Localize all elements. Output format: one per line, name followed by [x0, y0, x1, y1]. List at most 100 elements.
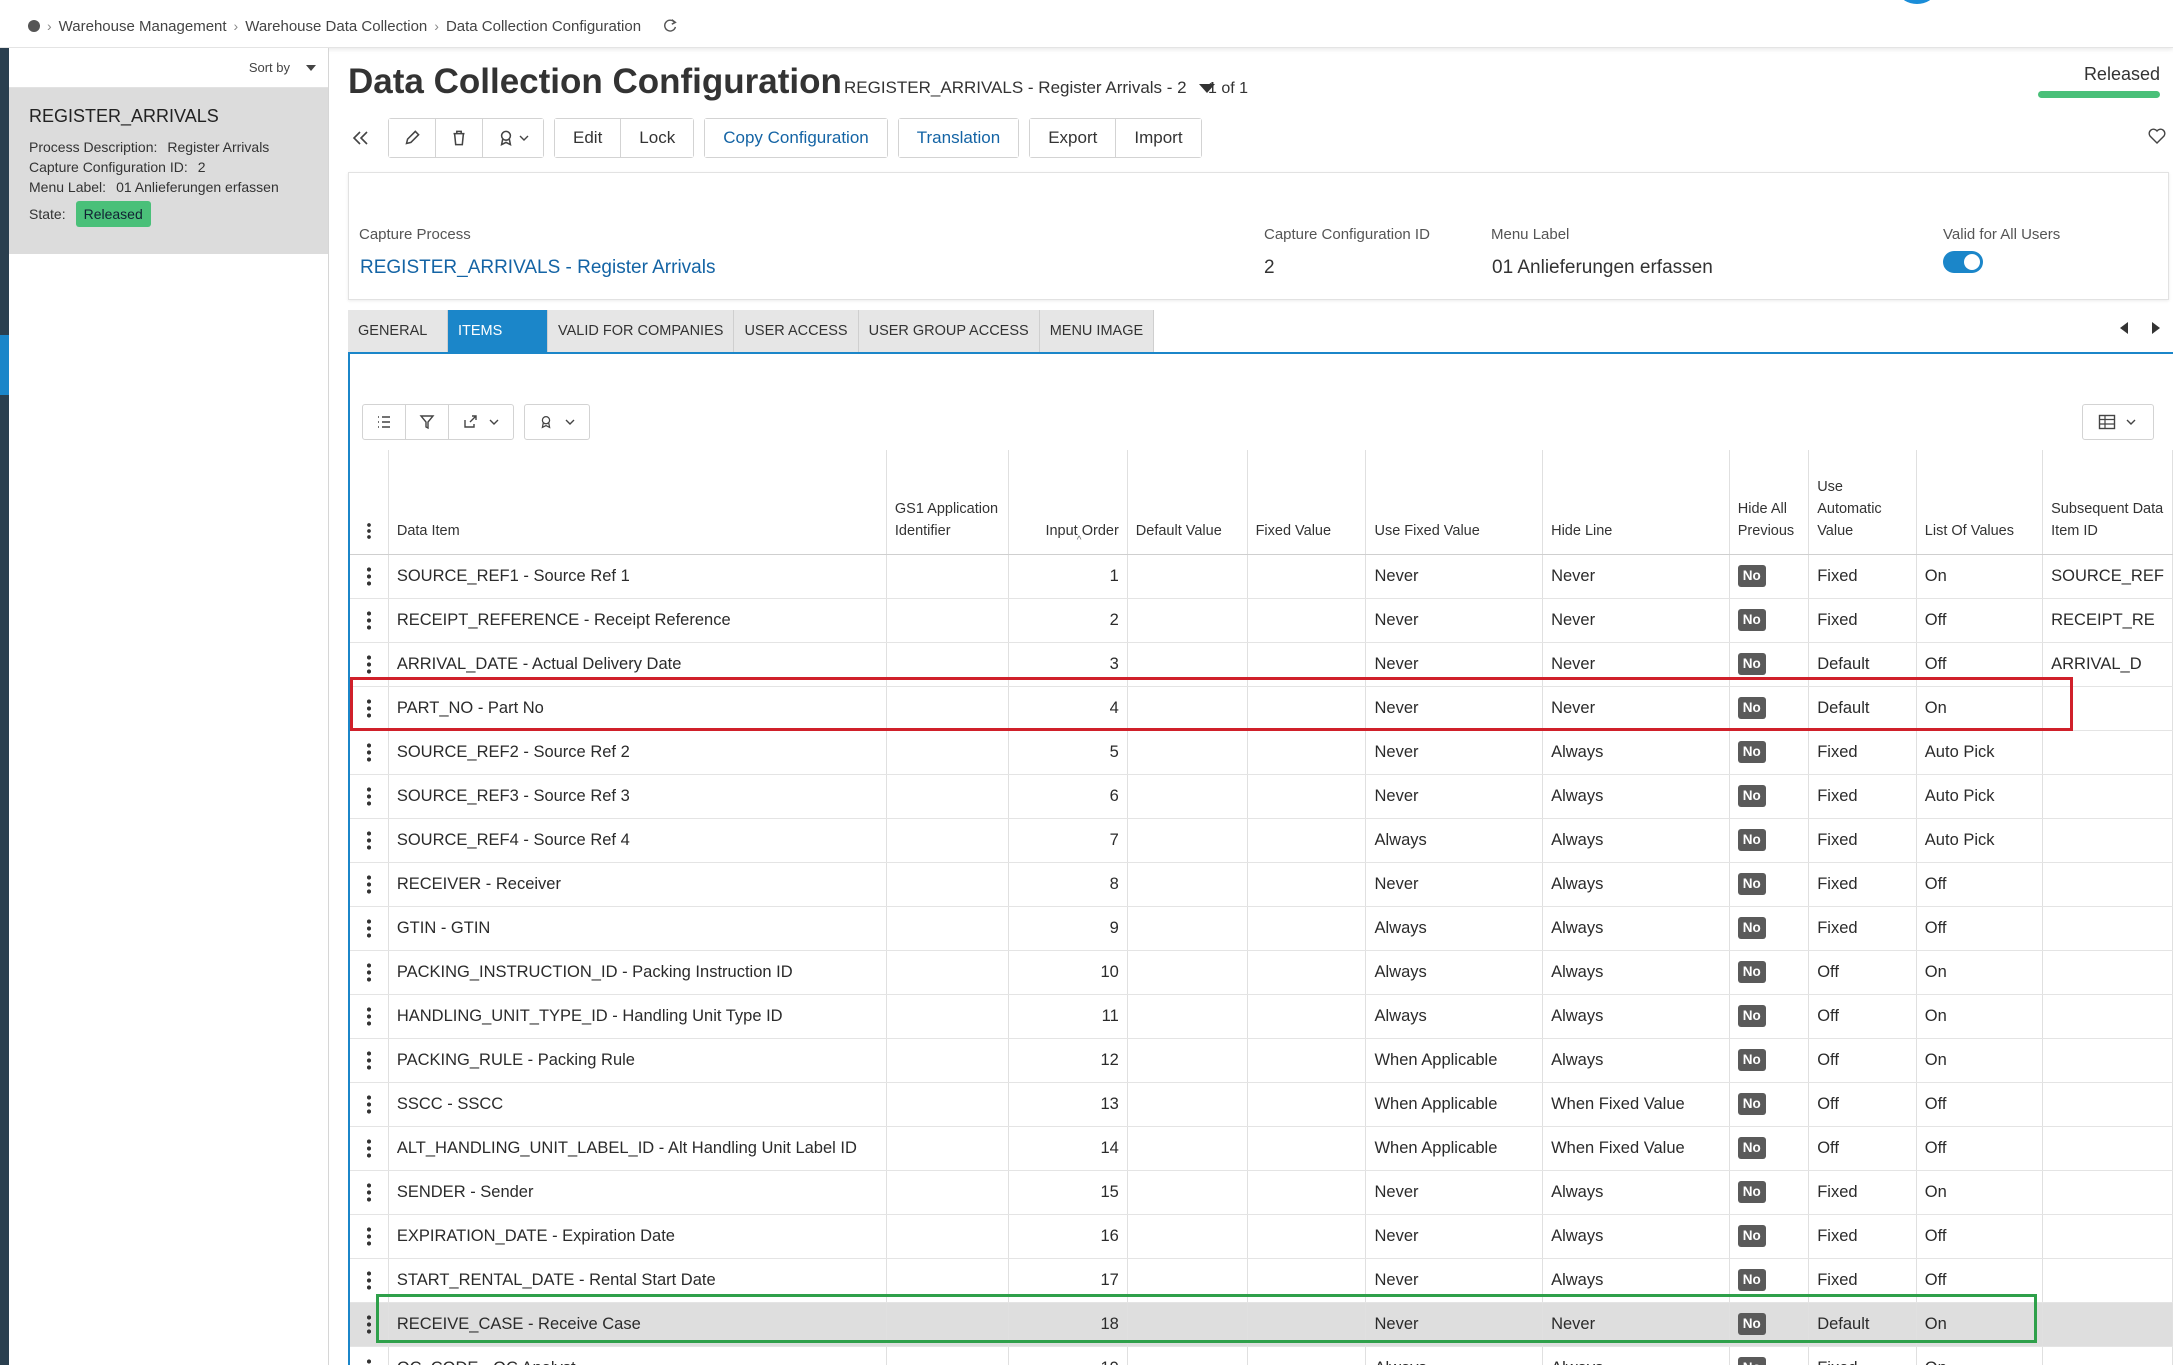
- cell-input-order[interactable]: 18: [1008, 1302, 1128, 1347]
- double-chevron-left-icon[interactable]: [348, 128, 378, 148]
- cell-fixed-value[interactable]: [1247, 642, 1367, 687]
- heart-icon[interactable]: [2147, 126, 2167, 146]
- refresh-icon[interactable]: [661, 17, 679, 35]
- cell-fixed-value[interactable]: [1247, 906, 1367, 951]
- cell-hide-all-previous[interactable]: No: [1729, 862, 1810, 907]
- table-row[interactable]: RECEIVER - Receiver 8 Never Always No Fixed Of…: [350, 862, 2173, 907]
- home-icon[interactable]: [28, 20, 40, 32]
- cell-use-fixed-value[interactable]: Always: [1365, 994, 1544, 1039]
- cell-use-fixed-value[interactable]: Never: [1365, 1214, 1544, 1259]
- cell-input-order[interactable]: 7: [1008, 818, 1128, 863]
- valid-all-users-toggle[interactable]: [1943, 251, 1983, 273]
- table-row[interactable]: HANDLING_UNIT_TYPE_ID - Handling Unit Ty…: [350, 994, 2173, 1039]
- cell-gs1[interactable]: [886, 1038, 1009, 1083]
- cell-fixed-value[interactable]: [1247, 950, 1367, 995]
- column-header-input-order[interactable]: Input Order ^: [1008, 450, 1128, 555]
- edit-button[interactable]: Edit: [555, 119, 622, 157]
- cell-gs1[interactable]: [886, 1214, 1009, 1259]
- cell-hide-all-previous[interactable]: No: [1729, 1082, 1810, 1127]
- cell-input-order[interactable]: 8: [1008, 862, 1128, 907]
- tab-user-access[interactable]: USER ACCESS: [734, 310, 859, 352]
- cell-data-item[interactable]: EXPIRATION_DATE - Expiration Date: [388, 1214, 887, 1259]
- cell-hide-line[interactable]: Never: [1542, 554, 1730, 599]
- cell-use-fixed-value[interactable]: Always: [1365, 1346, 1544, 1365]
- table-row[interactable]: RECEIPT_REFERENCE - Receipt Reference 2 Ne…: [350, 598, 2173, 643]
- caret-right-icon[interactable]: [2152, 322, 2160, 334]
- cell-hide-all-previous[interactable]: No: [1729, 906, 1810, 951]
- cell-fixed-value[interactable]: [1247, 1038, 1367, 1083]
- cell-hide-all-previous[interactable]: No: [1729, 1126, 1810, 1171]
- cell-gs1[interactable]: [886, 1170, 1009, 1215]
- cell-fixed-value[interactable]: [1247, 1258, 1367, 1303]
- cell-list-of-values[interactable]: Off: [1916, 598, 2044, 643]
- cell-data-item[interactable]: PACKING_INSTRUCTION_ID - Packing Instruc…: [388, 950, 887, 995]
- cell-hide-all-previous[interactable]: No: [1729, 642, 1810, 687]
- tab-items[interactable]: ITEMS: [448, 310, 548, 352]
- table-row[interactable]: ALT_HANDLING_UNIT_LABEL_ID - Alt Handlin…: [350, 1126, 2173, 1171]
- cell-list-of-values[interactable]: Off: [1916, 906, 2044, 951]
- cell-data-item[interactable]: RECEIPT_REFERENCE - Receipt Reference: [388, 598, 887, 643]
- row-menu-cell[interactable]: [350, 774, 389, 819]
- translation-button[interactable]: Translation: [898, 119, 1019, 157]
- cell-use-automatic-value[interactable]: Off: [1808, 1082, 1917, 1127]
- cell-subsequent-data-item[interactable]: [2042, 994, 2173, 1039]
- cell-hide-all-previous[interactable]: No: [1729, 1038, 1810, 1083]
- tab-user-group-access[interactable]: USER GROUP ACCESS: [858, 310, 1040, 352]
- cell-default-value[interactable]: [1127, 1214, 1248, 1259]
- cell-default-value[interactable]: [1127, 906, 1248, 951]
- cell-hide-all-previous[interactable]: No: [1729, 1214, 1810, 1259]
- table-row[interactable]: RECEIVE_CASE - Receive Case 18 Never Never N…: [350, 1302, 2173, 1347]
- cell-subsequent-data-item[interactable]: [2042, 1038, 2173, 1083]
- cell-gs1[interactable]: [886, 994, 1009, 1039]
- cell-use-fixed-value[interactable]: Never: [1365, 598, 1544, 643]
- cell-use-automatic-value[interactable]: Default: [1808, 1302, 1917, 1347]
- cell-fixed-value[interactable]: [1247, 774, 1367, 819]
- row-menu-cell[interactable]: [350, 1258, 389, 1303]
- cell-gs1[interactable]: [886, 950, 1009, 995]
- cell-gs1[interactable]: [886, 1126, 1009, 1171]
- sort-by-control[interactable]: Sort by: [9, 48, 328, 88]
- cell-hide-line[interactable]: Always: [1542, 730, 1730, 775]
- cell-default-value[interactable]: [1127, 642, 1248, 687]
- cell-gs1[interactable]: [886, 686, 1009, 731]
- row-menu-cell[interactable]: [350, 554, 389, 599]
- cell-use-automatic-value[interactable]: Fixed: [1808, 906, 1917, 951]
- import-button[interactable]: Import: [1116, 119, 1201, 157]
- cell-default-value[interactable]: [1127, 1346, 1248, 1365]
- cell-data-item[interactable]: SOURCE_REF1 - Source Ref 1: [388, 554, 887, 599]
- cell-list-of-values[interactable]: On: [1916, 950, 2044, 995]
- cell-subsequent-data-item[interactable]: [2042, 686, 2173, 731]
- export-grid-button[interactable]: [449, 405, 513, 439]
- column-header-hide-line[interactable]: Hide Line: [1542, 450, 1730, 555]
- column-header-data-item[interactable]: Data Item: [388, 450, 887, 555]
- cell-use-fixed-value[interactable]: Never: [1365, 774, 1544, 819]
- cell-use-automatic-value[interactable]: Off: [1808, 1126, 1917, 1171]
- cell-fixed-value[interactable]: [1247, 730, 1367, 775]
- cell-data-item[interactable]: RECEIVE_CASE - Receive Case: [388, 1302, 887, 1347]
- row-menu-cell[interactable]: [350, 906, 389, 951]
- cell-subsequent-data-item[interactable]: [2042, 1170, 2173, 1215]
- cell-hide-line[interactable]: Always: [1542, 950, 1730, 995]
- table-row[interactable]: PACKING_INSTRUCTION_ID - Packing Instruc…: [350, 950, 2173, 995]
- cell-use-automatic-value[interactable]: Fixed: [1808, 1214, 1917, 1259]
- cell-use-automatic-value[interactable]: Fixed: [1808, 1170, 1917, 1215]
- cell-subsequent-data-item[interactable]: ARRIVAL_D: [2042, 642, 2173, 687]
- cell-input-order[interactable]: 16: [1008, 1214, 1128, 1259]
- cell-list-of-values[interactable]: On: [1916, 554, 2044, 599]
- cell-input-order[interactable]: 2: [1008, 598, 1128, 643]
- cell-input-order[interactable]: 5: [1008, 730, 1128, 775]
- cell-default-value[interactable]: [1127, 1038, 1248, 1083]
- cell-hide-all-previous[interactable]: No: [1729, 730, 1810, 775]
- row-menu-cell[interactable]: [350, 730, 389, 775]
- cell-input-order[interactable]: 1: [1008, 554, 1128, 599]
- cell-use-automatic-value[interactable]: Off: [1808, 1038, 1917, 1083]
- cell-list-of-values[interactable]: Off: [1916, 1258, 2044, 1303]
- cell-use-automatic-value[interactable]: Fixed: [1808, 1258, 1917, 1303]
- cell-list-of-values[interactable]: Off: [1916, 1082, 2044, 1127]
- cell-fixed-value[interactable]: [1247, 1214, 1367, 1259]
- cell-list-of-values[interactable]: On: [1916, 1038, 2044, 1083]
- cell-fixed-value[interactable]: [1247, 1170, 1367, 1215]
- cell-gs1[interactable]: [886, 774, 1009, 819]
- cell-subsequent-data-item[interactable]: [2042, 818, 2173, 863]
- cell-input-order[interactable]: 10: [1008, 950, 1128, 995]
